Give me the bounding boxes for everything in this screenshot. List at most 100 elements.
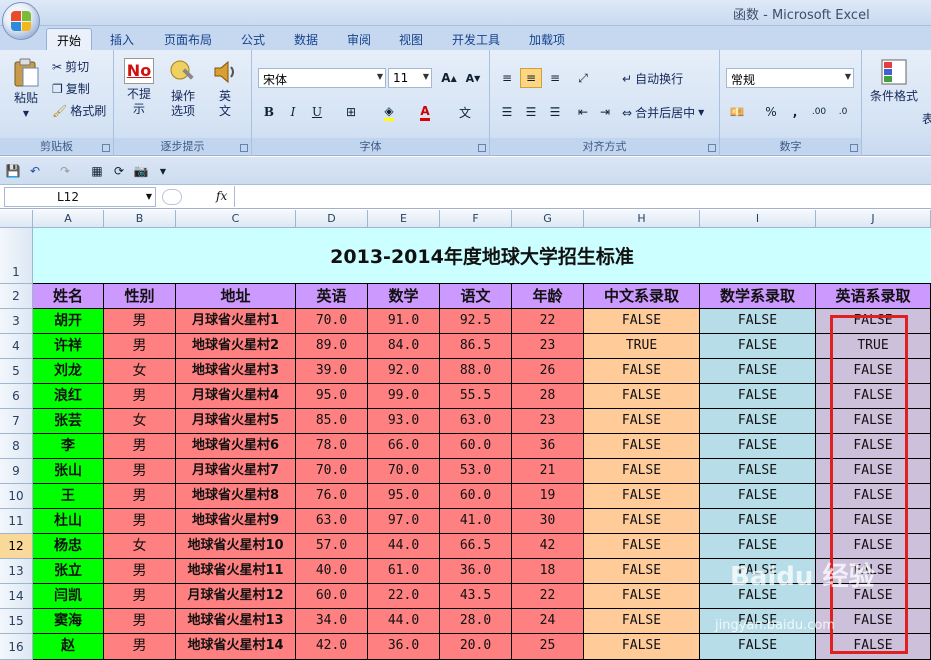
tips-launcher-icon[interactable]	[240, 144, 248, 152]
table-cell[interactable]: 41.0	[440, 509, 512, 534]
tab-addins[interactable]: 加载项	[519, 28, 575, 50]
table-cell[interactable]: 92.0	[368, 359, 440, 384]
table-cell[interactable]: 男	[104, 434, 176, 459]
table-cell[interactable]: 97.0	[368, 509, 440, 534]
table-cell[interactable]: 78.0	[296, 434, 368, 459]
table-cell[interactable]: 地球省火星村6	[176, 434, 296, 459]
table-cell[interactable]: FALSE	[700, 384, 816, 409]
table-cell[interactable]: 闫凯	[33, 584, 104, 609]
header-cell[interactable]: 地址	[176, 284, 296, 309]
table-cell[interactable]: 22	[512, 584, 584, 609]
paste-button[interactable]: 粘贴 ▼	[6, 58, 46, 121]
undo-icon[interactable]: ↶	[24, 161, 46, 181]
row-header-4[interactable]: 4	[0, 334, 33, 359]
table-cell[interactable]: 男	[104, 484, 176, 509]
table-cell[interactable]: 86.5	[440, 334, 512, 359]
phonetic-button[interactable]: 文	[450, 102, 480, 122]
table-cell[interactable]: 42	[512, 534, 584, 559]
tab-insert[interactable]: 插入	[100, 28, 144, 50]
table-cell[interactable]: FALSE	[584, 384, 700, 409]
table-cell[interactable]: TRUE	[584, 334, 700, 359]
table-cell[interactable]: FALSE	[816, 634, 931, 660]
table-cell[interactable]: 92.5	[440, 309, 512, 334]
font-launcher-icon[interactable]	[478, 144, 486, 152]
header-cell[interactable]: 英语系录取	[816, 284, 931, 309]
table-cell[interactable]: FALSE	[584, 534, 700, 559]
header-cell[interactable]: 数学系录取	[700, 284, 816, 309]
table-cell[interactable]: 95.0	[368, 484, 440, 509]
no-tip-button[interactable]: No 不提示	[122, 58, 156, 117]
grow-font-button[interactable]: A ▲	[438, 68, 460, 88]
table-cell[interactable]: FALSE	[584, 509, 700, 534]
table-cell[interactable]: 男	[104, 334, 176, 359]
column-header-g[interactable]: G	[512, 210, 584, 228]
row-header-11[interactable]: 11	[0, 509, 33, 534]
table-cell[interactable]: FALSE	[700, 484, 816, 509]
table-cell[interactable]: 84.0	[368, 334, 440, 359]
italic-button[interactable]: I	[282, 102, 304, 122]
table-cell[interactable]: FALSE	[700, 459, 816, 484]
table-cell[interactable]: 22.0	[368, 584, 440, 609]
table-cell[interactable]: 61.0	[368, 559, 440, 584]
table-cell[interactable]: 93.0	[368, 409, 440, 434]
table-cell[interactable]: 57.0	[296, 534, 368, 559]
formula-input[interactable]	[234, 186, 931, 207]
header-cell[interactable]: 中文系录取	[584, 284, 700, 309]
table-cell[interactable]: 44.0	[368, 534, 440, 559]
table-cell[interactable]: FALSE	[700, 309, 816, 334]
select-all-corner[interactable]	[0, 210, 33, 228]
decrease-decimal-icon[interactable]: .0	[832, 102, 854, 122]
table-cell[interactable]: 36.0	[368, 634, 440, 660]
table-cell[interactable]: FALSE	[816, 309, 931, 334]
tab-data[interactable]: 数据	[284, 28, 328, 50]
fill-color-button[interactable]: ◈	[378, 102, 400, 122]
table-cell[interactable]: 20.0	[440, 634, 512, 660]
table-cell[interactable]: 95.0	[296, 384, 368, 409]
table-cell[interactable]: 月球省火星村7	[176, 459, 296, 484]
table-cell[interactable]: 23	[512, 334, 584, 359]
column-header-c[interactable]: C	[176, 210, 296, 228]
cut-button[interactable]: ✂ 剪切	[52, 58, 89, 75]
table-cell[interactable]: 杜山	[33, 509, 104, 534]
english-button[interactable]: 英文	[210, 58, 240, 119]
table-cell[interactable]: 月球省火星村12	[176, 584, 296, 609]
increase-decimal-icon[interactable]: .00	[808, 102, 830, 122]
table-cell[interactable]: FALSE	[584, 559, 700, 584]
merge-center-button[interactable]: ⇔ 合并后居中 ▼	[622, 104, 704, 121]
row-header-15[interactable]: 15	[0, 609, 33, 634]
bold-button[interactable]: B	[258, 102, 280, 122]
header-cell[interactable]: 英语	[296, 284, 368, 309]
table-cell[interactable]: 李	[33, 434, 104, 459]
table-cell[interactable]: FALSE	[584, 484, 700, 509]
table-cell[interactable]: 34.0	[296, 609, 368, 634]
table-cell[interactable]: 66.5	[440, 534, 512, 559]
header-cell[interactable]: 语文	[440, 284, 512, 309]
table-cell[interactable]: FALSE	[584, 634, 700, 660]
table-cell[interactable]: FALSE	[584, 309, 700, 334]
table-cell[interactable]: 女	[104, 409, 176, 434]
number-launcher-icon[interactable]	[850, 144, 858, 152]
table-cell[interactable]: FALSE	[584, 409, 700, 434]
row-header-2[interactable]: 2	[0, 284, 33, 309]
tab-developer[interactable]: 开发工具	[442, 28, 510, 50]
table-cell[interactable]: 月球省火星村1	[176, 309, 296, 334]
row-header-10[interactable]: 10	[0, 484, 33, 509]
export-icon[interactable]: ▦	[86, 161, 108, 181]
table-cell[interactable]: FALSE	[816, 459, 931, 484]
table-cell[interactable]: 70.0	[368, 459, 440, 484]
column-header-j[interactable]: J	[816, 210, 931, 228]
formula-bar-splitter[interactable]	[162, 189, 182, 205]
row-header-6[interactable]: 6	[0, 384, 33, 409]
number-format-select[interactable]: 常规 ▼	[726, 68, 854, 88]
align-bottom-icon[interactable]: ≡	[544, 68, 566, 88]
table-cell[interactable]: 43.5	[440, 584, 512, 609]
column-header-d[interactable]: D	[296, 210, 368, 228]
table-cell[interactable]: 杨忠	[33, 534, 104, 559]
table-cell[interactable]: FALSE	[816, 509, 931, 534]
copy-button[interactable]: ❐ 复制	[52, 80, 90, 97]
table-cell[interactable]: 19	[512, 484, 584, 509]
table-cell[interactable]: 男	[104, 609, 176, 634]
row-header-1[interactable]: 1	[0, 228, 33, 284]
row-header-7[interactable]: 7	[0, 409, 33, 434]
table-cell[interactable]: 地球省火星村13	[176, 609, 296, 634]
